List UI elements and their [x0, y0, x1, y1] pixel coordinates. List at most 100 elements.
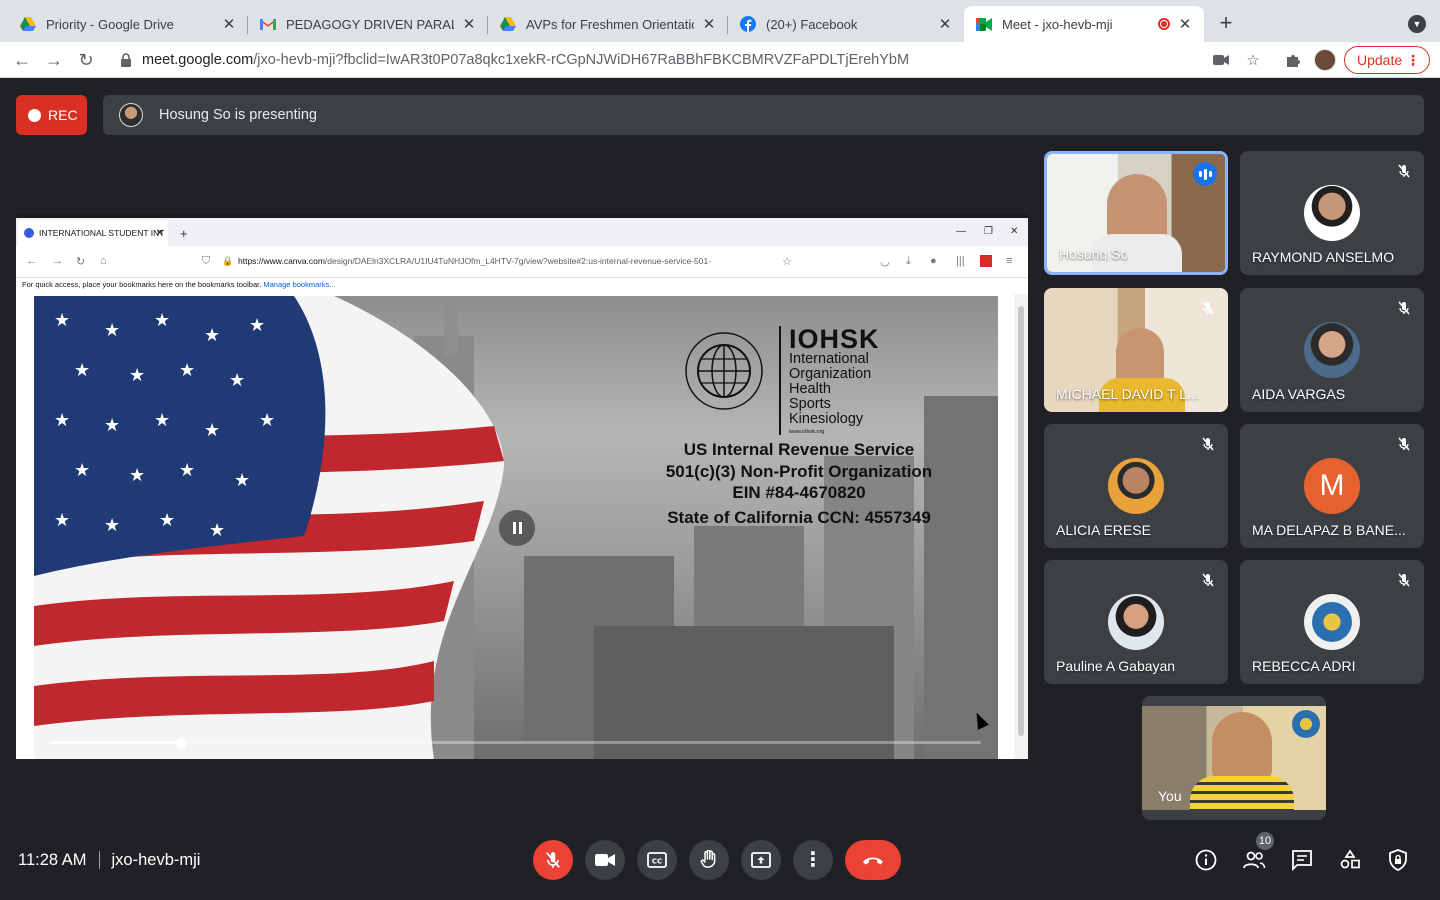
browser-tab-priority[interactable]: Priority - Google Drive ✕ — [8, 6, 248, 42]
slide-text-line: US Internal Revenue Service — [683, 440, 915, 459]
svg-text:★: ★ — [54, 410, 70, 431]
svg-text:★: ★ — [229, 370, 245, 391]
gmail-icon — [260, 16, 276, 32]
record-dot-icon — [28, 108, 41, 122]
shared-scrollbar — [1014, 294, 1028, 759]
browser-tab-meet[interactable]: Meet - jxo-hevb-mji ✕ — [964, 6, 1204, 42]
tab-title: Meet - jxo-hevb-mji — [1002, 16, 1113, 32]
present-screen-icon — [751, 852, 771, 868]
participant-name: MICHAEL DAVID T L... — [1056, 386, 1199, 402]
participant-tile[interactable]: M MA DELAPAZ B BANE... — [1240, 424, 1424, 548]
bookmark-star-icon[interactable]: ☆ — [1244, 51, 1262, 69]
close-tab-icon[interactable]: ✕ — [1176, 15, 1194, 33]
participant-name: ALICIA ERESE — [1056, 522, 1151, 538]
library-icon: ||| — [956, 255, 965, 267]
svg-text:CC: CC — [652, 858, 662, 866]
svg-text:★: ★ — [54, 310, 70, 331]
mic-off-icon — [1398, 164, 1410, 178]
participant-tile[interactable]: REBECCA ADRI — [1240, 560, 1424, 684]
update-button[interactable]: Update ⋮ — [1344, 46, 1430, 74]
mic-off-icon — [546, 852, 560, 868]
leave-call-button[interactable] — [845, 840, 901, 880]
camera-toggle-button[interactable] — [585, 840, 625, 880]
captions-button[interactable]: CC — [637, 840, 677, 880]
pause-button[interactable] — [499, 510, 535, 546]
browser-tab-avps[interactable]: AVPs for Freshmen Orientation ✕ — [488, 6, 728, 42]
svg-text:★: ★ — [129, 365, 145, 386]
svg-text:★: ★ — [104, 320, 120, 341]
tab-search-icon[interactable]: ▼ — [1408, 15, 1426, 33]
presenter-avatar — [119, 103, 143, 127]
url-host: meet.google.com — [142, 52, 254, 68]
raise-hand-icon — [700, 850, 716, 868]
svg-text:★: ★ — [74, 360, 90, 381]
new-tab-button[interactable]: + — [1214, 12, 1238, 36]
participant-tile[interactable]: ALICIA ERESE — [1044, 424, 1228, 548]
svg-text:★: ★ — [209, 520, 225, 541]
activities-icon[interactable] — [1338, 848, 1362, 872]
presenting-banner: Hosung So is presenting — [103, 95, 1424, 135]
participant-tile[interactable]: Pauline A Gabayan — [1044, 560, 1228, 684]
close-tab-icon[interactable]: ✕ — [700, 15, 718, 33]
svg-text:★: ★ — [54, 510, 70, 531]
svg-text:★: ★ — [204, 420, 220, 441]
raise-hand-button[interactable] — [689, 840, 729, 880]
present-now-button[interactable] — [741, 840, 781, 880]
svg-text:★: ★ — [154, 410, 170, 431]
tab-title: (20+) Facebook — [766, 16, 858, 32]
reload-icon[interactable]: ↻ — [74, 48, 98, 72]
self-view-tile[interactable]: You — [1142, 696, 1326, 820]
participant-tile[interactable]: AIDA VARGAS — [1240, 288, 1424, 412]
shared-browser-tab: INTERNATIONAL STUDENT INT ✕ — [18, 220, 168, 246]
extensions-puzzle-icon[interactable] — [1284, 51, 1302, 69]
logo-url: www.iohsk.org — [789, 429, 825, 435]
participant-tile[interactable]: MICHAEL DAVID T L... — [1044, 288, 1228, 412]
close-window-icon: ✕ — [1010, 226, 1019, 237]
avatar — [1108, 594, 1164, 650]
video-progress-bar[interactable] — [51, 737, 981, 748]
recording-badge[interactable]: REC — [16, 95, 87, 135]
google-drive-icon — [500, 16, 516, 32]
meeting-details-info-icon[interactable] — [1194, 848, 1218, 872]
mic-off-icon — [1202, 301, 1214, 315]
close-tab-icon[interactable]: ✕ — [220, 15, 238, 33]
hang-up-icon — [863, 857, 883, 865]
participant-tile[interactable]: RAYMOND ANSELMO — [1240, 151, 1424, 275]
presenting-text: Hosung So is presenting — [159, 107, 317, 123]
browser-tab-strip: Priority - Google Drive ✕ PEDAGOGY DRIVE… — [0, 0, 1440, 42]
browser-tab-facebook[interactable]: (20+) Facebook ✕ — [728, 6, 964, 42]
recording-indicator-icon — [1158, 18, 1170, 30]
browser-tab-gmail[interactable]: PEDAGOGY DRIVEN PARALLEL ✕ — [248, 6, 488, 42]
more-options-button[interactable]: ⋮ — [793, 840, 833, 880]
restore-icon: ❐ — [984, 226, 993, 237]
participant-name: REBECCA ADRI — [1252, 658, 1356, 674]
participant-tile[interactable]: Hosung So — [1044, 151, 1228, 275]
svg-text:★: ★ — [104, 515, 120, 536]
people-icon[interactable] — [1242, 848, 1266, 872]
more-vertical-icon: ⋮ — [803, 849, 823, 871]
tab-title: PEDAGOGY DRIVEN PARALLEL — [286, 16, 454, 32]
profile-avatar[interactable] — [1314, 49, 1336, 71]
host-controls-lock-icon[interactable] — [1386, 848, 1410, 872]
lock-icon — [120, 53, 132, 67]
browser-toolbar: ← → ↻ meet.google.com/jxo-hevb-mji?fbcli… — [0, 42, 1440, 78]
participant-name: Hosung So — [1059, 246, 1129, 262]
extension-red-icon — [980, 255, 992, 267]
logo-line: International — [789, 351, 869, 367]
back-arrow-icon[interactable]: ← — [10, 48, 34, 72]
back-arrow-icon: ← — [26, 255, 37, 267]
close-tab-icon[interactable]: ✕ — [936, 15, 954, 33]
svg-text:★: ★ — [129, 465, 145, 486]
closed-captions-icon: CC — [647, 852, 667, 868]
forward-arrow-icon[interactable]: → — [42, 48, 66, 72]
presentation-slide: ★ ★ ★ ★ ★ ★ ★ ★ ★ ★ ★ ★ ★ ★ ★ ★ ★ ★ ★ ★ ★ ★ IOHSK Inte — [34, 296, 998, 759]
chat-icon[interactable] — [1290, 848, 1314, 872]
mic-off-icon — [1202, 573, 1214, 587]
microphone-toggle-button[interactable] — [533, 840, 573, 880]
participant-name: AIDA VARGAS — [1252, 386, 1346, 402]
camera-blocked-icon[interactable] — [1212, 51, 1230, 69]
extension-icon: ● — [930, 255, 937, 267]
google-drive-icon — [20, 16, 36, 32]
close-tab-icon[interactable]: ✕ — [460, 15, 478, 33]
address-bar[interactable]: meet.google.com/jxo-hevb-mji?fbclid=IwAR… — [108, 45, 1278, 75]
